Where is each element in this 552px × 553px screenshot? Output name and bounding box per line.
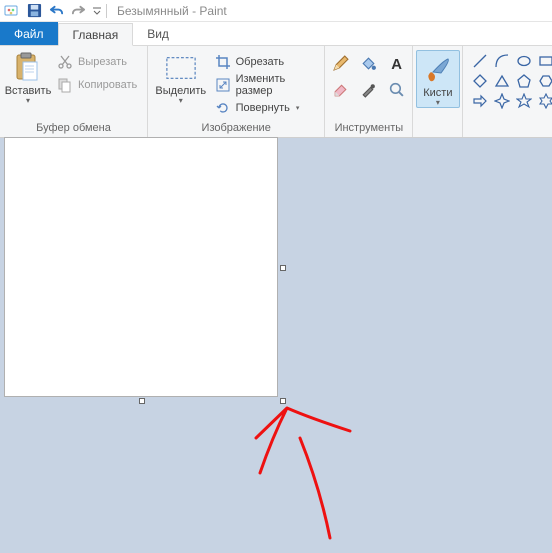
chevron-down-icon: ▾ — [436, 98, 440, 107]
qat-customize-icon[interactable] — [92, 3, 102, 19]
group-clipboard: Вставить ▾ Вырезать Копировать Буфер — [0, 46, 148, 137]
tab-view[interactable]: Вид — [133, 22, 183, 45]
shape-hexagon-icon[interactable] — [537, 72, 552, 90]
eraser-tool-icon[interactable] — [332, 80, 350, 98]
undo-icon[interactable] — [48, 3, 64, 19]
save-icon[interactable] — [26, 3, 42, 19]
scissors-icon — [57, 54, 73, 70]
tab-file[interactable]: Файл — [0, 22, 58, 45]
redo-icon[interactable] — [70, 3, 86, 19]
canvas-workspace[interactable] — [0, 138, 552, 553]
shape-polygon-icon[interactable] — [471, 72, 489, 90]
pencil-tool-icon[interactable] — [332, 54, 350, 72]
title-bar: Безымянный - Paint — [0, 0, 552, 22]
group-label-clipboard: Буфер обмена — [6, 120, 141, 137]
brush-icon — [422, 54, 454, 86]
color-picker-tool-icon[interactable] — [360, 80, 378, 98]
resize-icon — [215, 77, 231, 93]
shape-star4-icon[interactable] — [493, 92, 511, 110]
shape-arrow-right-icon[interactable] — [471, 92, 489, 110]
chevron-down-icon: ▾ — [296, 104, 300, 112]
shape-line-icon[interactable] — [471, 52, 489, 70]
quick-access-toolbar — [4, 3, 102, 19]
magnifier-tool-icon[interactable] — [388, 80, 406, 98]
rotate-icon — [215, 100, 231, 116]
chevron-down-icon: ▾ — [26, 96, 30, 105]
resize-button[interactable]: Изменить размер — [212, 75, 317, 95]
group-label-image: Изображение — [154, 120, 318, 137]
text-tool-icon[interactable]: A — [388, 54, 406, 72]
chevron-down-icon: ▾ — [179, 96, 183, 105]
crop-icon — [215, 54, 231, 70]
group-brushes: Кисти ▾ — [413, 46, 463, 137]
paint-app-icon — [4, 3, 20, 19]
shape-triangle-icon[interactable] — [493, 72, 511, 90]
select-icon — [165, 52, 197, 84]
rotate-button[interactable]: Повернуть ▾ — [212, 98, 317, 118]
group-label-tools: Инструменты — [331, 120, 406, 137]
group-tools: A Инструменты — [325, 46, 413, 137]
fill-tool-icon[interactable] — [360, 54, 378, 72]
copy-button[interactable]: Копировать — [54, 75, 140, 95]
brushes-button[interactable]: Кисти ▾ — [416, 50, 460, 108]
copy-icon — [57, 77, 73, 93]
paste-button[interactable]: Вставить ▾ — [6, 50, 50, 107]
shape-curve-icon[interactable] — [493, 52, 511, 70]
separator — [106, 4, 107, 18]
shape-pentagon-icon[interactable] — [515, 72, 533, 90]
tab-home[interactable]: Главная — [58, 23, 134, 46]
shape-rect-icon[interactable] — [537, 52, 552, 70]
shape-star5-icon[interactable] — [515, 92, 533, 110]
cut-button[interactable]: Вырезать — [54, 52, 140, 72]
crop-button[interactable]: Обрезать — [212, 52, 317, 72]
group-shapes — [463, 46, 552, 137]
svg-text:A: A — [392, 56, 403, 71]
annotation-arrow — [0, 138, 552, 553]
shape-oval-icon[interactable] — [515, 52, 533, 70]
shape-star6-icon[interactable] — [537, 92, 552, 110]
ribbon-tabs: Файл Главная Вид — [0, 22, 552, 46]
ribbon: Вставить ▾ Вырезать Копировать Буфер — [0, 46, 552, 138]
select-button[interactable]: Выделить ▾ — [154, 50, 208, 107]
group-image: Выделить ▾ Обрезать Изменить размер — [148, 46, 325, 137]
paste-icon — [12, 52, 44, 84]
window-title: Безымянный - Paint — [117, 4, 227, 18]
